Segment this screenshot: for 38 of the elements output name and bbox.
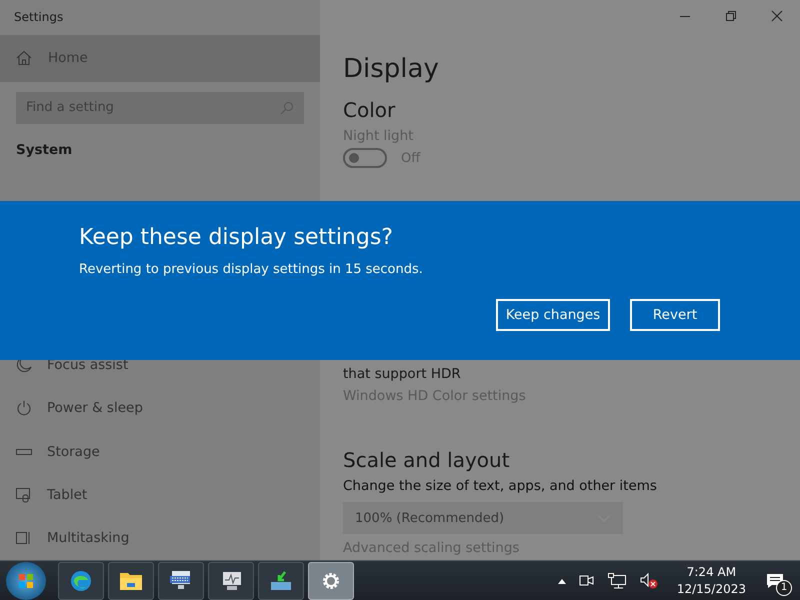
dialog-title: Keep these display settings?	[79, 225, 394, 250]
download-tray-icon	[269, 570, 293, 592]
scale-dropdown[interactable]: 100% (Recommended)	[343, 502, 623, 534]
home-icon	[16, 50, 32, 66]
taskbar-app-button[interactable]	[208, 562, 254, 600]
start-button[interactable]	[6, 562, 46, 600]
speaker-muted-icon[interactable]	[638, 572, 659, 590]
revert-button[interactable]: Revert	[630, 299, 720, 331]
keep-changes-button[interactable]: Keep changes	[496, 299, 610, 331]
section-heading: Color	[343, 98, 396, 122]
taskbar-app-button[interactable]	[108, 562, 154, 600]
description-text: that support HDR	[343, 366, 462, 382]
search-icon	[280, 100, 294, 115]
nav-item[interactable]: Storage	[0, 430, 320, 474]
notification-count-badge: 1	[776, 580, 792, 596]
taskbar-app-button[interactable]	[58, 562, 104, 600]
tablet-icon	[16, 486, 32, 503]
notifications-button[interactable]: 1	[760, 566, 790, 596]
network-icon[interactable]	[606, 572, 627, 590]
nav-item[interactable]: Power & sleep	[0, 386, 320, 430]
taskbar-app-button[interactable]	[158, 562, 204, 600]
night-light-toggle[interactable]	[343, 148, 387, 168]
wave-logo-icon	[69, 568, 93, 592]
section-heading: System	[16, 142, 74, 158]
window-title: Settings	[13, 9, 64, 26]
power-icon	[16, 400, 32, 416]
tray-chevron-icon[interactable]	[556, 576, 567, 584]
setting-label: Change the size of text, apps, and other items	[343, 478, 658, 494]
nav-item[interactable]: Multitasking	[0, 516, 320, 560]
section-heading: Scale and layout	[343, 448, 511, 472]
clock-time[interactable]: 7:24 AM	[686, 564, 736, 580]
window-icon	[16, 530, 32, 546]
nav-item[interactable]: Tablet	[0, 473, 320, 517]
clock-date[interactable]: 12/15/2023	[676, 580, 746, 598]
dialog-message: Reverting to previous display settings in 15 seconds.	[79, 262, 424, 277]
keyboard-monitor-icon	[169, 570, 193, 592]
page-title: Display	[343, 54, 440, 84]
taskbar-app-button[interactable]	[258, 562, 304, 600]
